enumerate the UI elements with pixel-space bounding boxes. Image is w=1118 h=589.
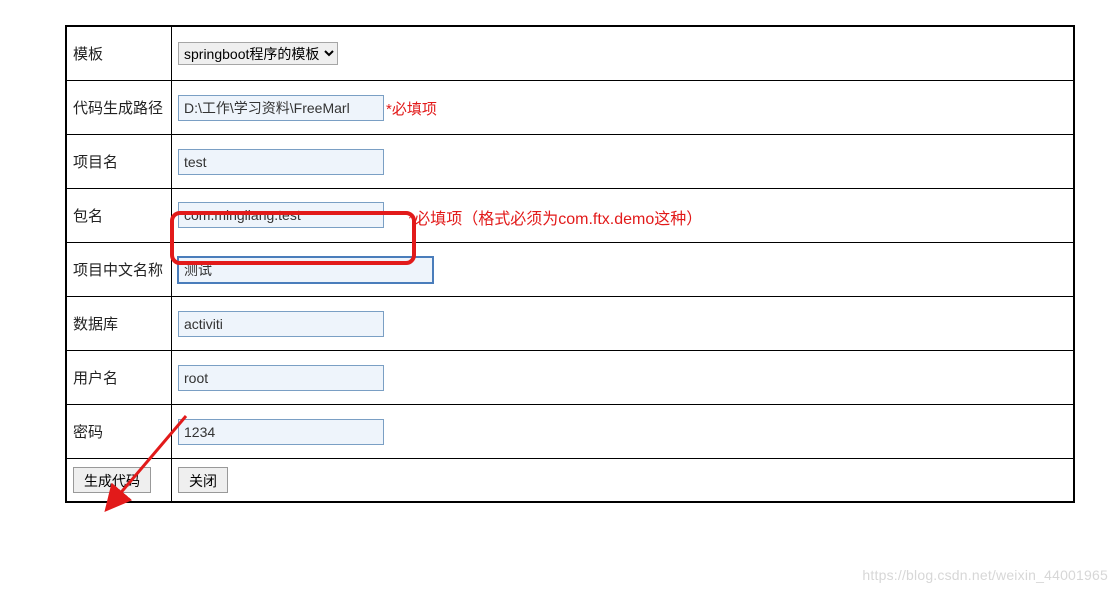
- cell-generate-button: 生成代码: [67, 459, 172, 502]
- row-project-cn-name: 项目中文名称: [67, 243, 1074, 297]
- database-input[interactable]: [178, 311, 384, 337]
- generate-button[interactable]: 生成代码: [73, 467, 151, 493]
- row-password: 密码: [67, 405, 1074, 459]
- label-database: 数据库: [67, 297, 172, 351]
- row-username: 用户名: [67, 351, 1074, 405]
- required-codegen-path: *必填项: [386, 101, 437, 118]
- username-input[interactable]: [178, 365, 384, 391]
- codegen-path-input[interactable]: [178, 95, 384, 121]
- cell-codegen-path: *必填项: [172, 81, 1074, 135]
- label-project-cn-name: 项目中文名称: [67, 243, 172, 297]
- package-name-input[interactable]: [178, 202, 384, 228]
- form-table: 模板 springboot程序的模板 代码生成路径 *必填项 项目名 包名 *必…: [66, 26, 1074, 502]
- row-codegen-path: 代码生成路径 *必填项: [67, 81, 1074, 135]
- label-username: 用户名: [67, 351, 172, 405]
- password-input[interactable]: [178, 419, 384, 445]
- project-name-input[interactable]: [178, 149, 384, 175]
- cell-close-button: 关闭: [172, 459, 1074, 502]
- row-project-name: 项目名: [67, 135, 1074, 189]
- cell-database: [172, 297, 1074, 351]
- cell-password: [172, 405, 1074, 459]
- cell-username: [172, 351, 1074, 405]
- label-password: 密码: [67, 405, 172, 459]
- cell-project-cn-name: [172, 243, 1074, 297]
- row-package-name: 包名 *必填项（格式必须为com.ftx.demo这种）: [67, 189, 1074, 243]
- cell-package-name: *必填项（格式必须为com.ftx.demo这种）: [172, 189, 1074, 243]
- required-package-name: *必填项（格式必须为com.ftx.demo这种）: [408, 211, 702, 228]
- close-button[interactable]: 关闭: [178, 467, 228, 493]
- row-database: 数据库: [67, 297, 1074, 351]
- label-project-name: 项目名: [67, 135, 172, 189]
- label-template: 模板: [67, 27, 172, 81]
- row-template: 模板 springboot程序的模板: [67, 27, 1074, 81]
- label-codegen-path: 代码生成路径: [67, 81, 172, 135]
- label-package-name: 包名: [67, 189, 172, 243]
- cell-project-name: [172, 135, 1074, 189]
- template-select[interactable]: springboot程序的模板: [178, 42, 338, 65]
- cell-template: springboot程序的模板: [172, 27, 1074, 81]
- project-cn-name-input[interactable]: [178, 257, 433, 283]
- form-container: 模板 springboot程序的模板 代码生成路径 *必填项 项目名 包名 *必…: [65, 25, 1075, 503]
- row-buttons: 生成代码 关闭: [67, 459, 1074, 502]
- watermark: https://blog.csdn.net/weixin_44001965: [862, 567, 1108, 583]
